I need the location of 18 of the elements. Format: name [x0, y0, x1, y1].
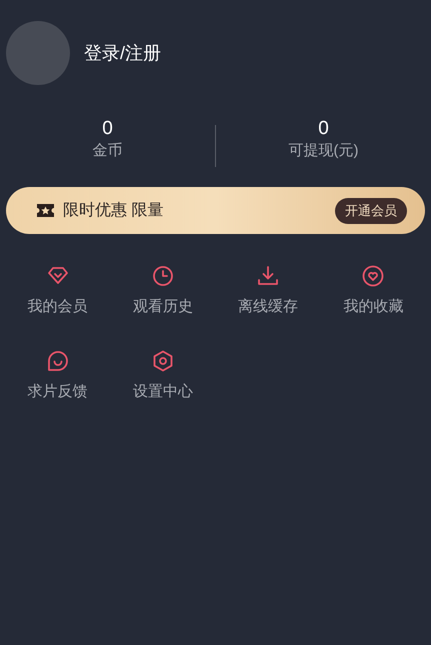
stat-value: 0: [318, 117, 329, 141]
menu-item[interactable]: 求片反馈: [28, 380, 88, 403]
stat-label: 可提现(元): [288, 141, 358, 161]
stat-value: 0: [102, 117, 113, 141]
stat-label: 金币: [92, 141, 122, 161]
menu-item[interactable]: 设置中心: [132, 380, 193, 403]
settings-icon[interactable]: [150, 348, 175, 372]
login-link[interactable]: 登录/注册: [84, 40, 162, 66]
chat-bubble-icon[interactable]: [46, 348, 70, 372]
join-vip-button[interactable]: 开通会员: [335, 198, 407, 224]
download-icon[interactable]: [256, 264, 280, 288]
menu-item[interactable]: 离线缓存: [238, 296, 298, 318]
menu-item[interactable]: 我的会员: [28, 296, 88, 318]
ticket-star-icon: [36, 203, 55, 218]
clock-icon[interactable]: [150, 264, 175, 288]
menu-item[interactable]: 观看历史: [132, 296, 193, 318]
menu-item[interactable]: 我的收藏: [343, 296, 404, 318]
promo-text: 限时优惠 限量: [63, 200, 164, 220]
